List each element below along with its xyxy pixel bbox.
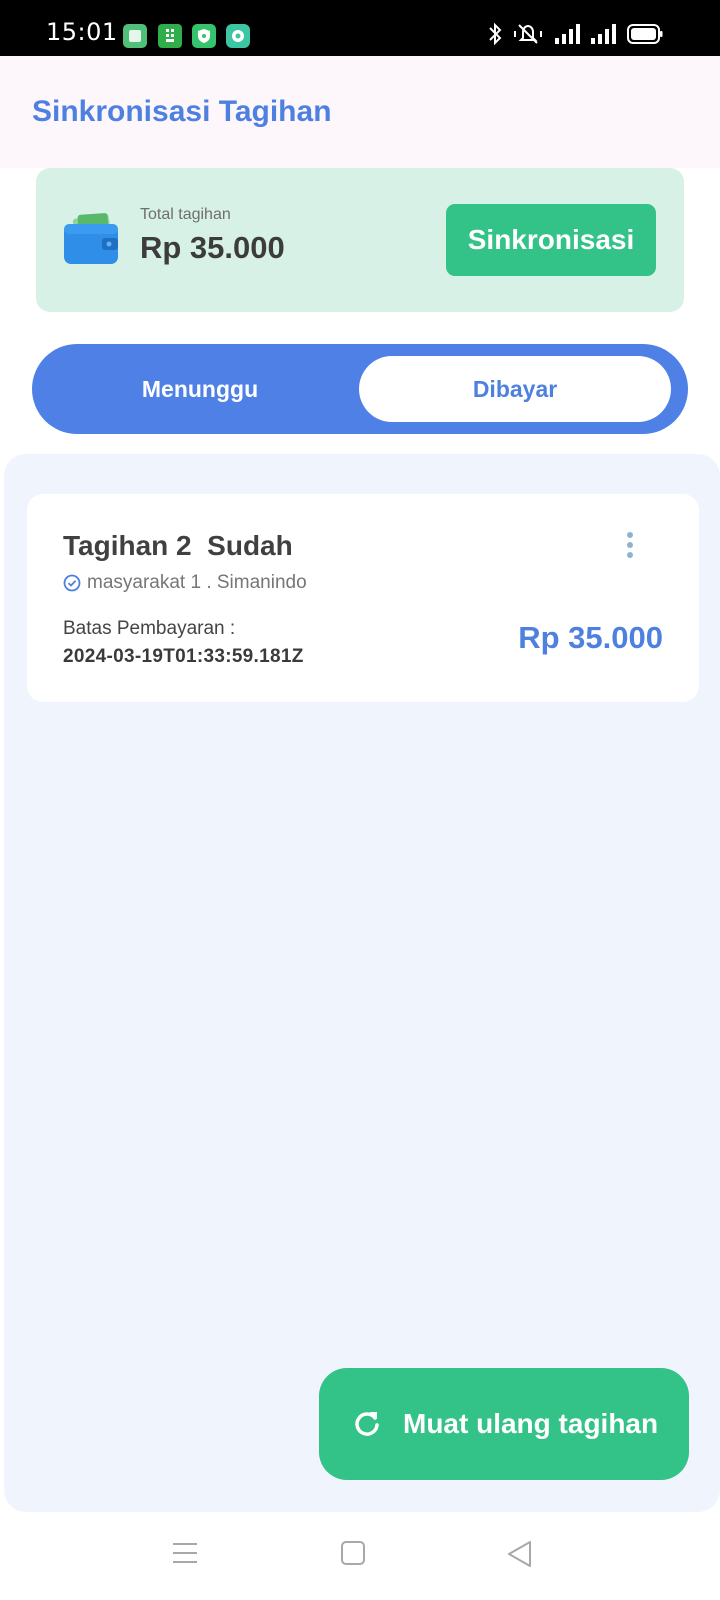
sync-button[interactable]: Sinkronisasi [446, 204, 656, 276]
bill-owner: masyarakat 1 . Simanindo [87, 572, 307, 593]
app-icon-green-grid [158, 24, 182, 48]
app-bar: Sinkronisasi Tagihan [0, 56, 720, 168]
tab-menunggu[interactable]: Menunggu [44, 356, 356, 422]
due-date-label: Batas Pembayaran : [63, 618, 236, 639]
bill-list-area: Tagihan 2 Sudah masyarakat 1 . Simanindo… [4, 454, 720, 1512]
status-bar: 15:01 [0, 0, 720, 56]
page-title: Sinkronisasi Tagihan [32, 95, 332, 128]
signal-icon [555, 24, 580, 44]
battery-icon [627, 24, 663, 44]
bill-card[interactable]: Tagihan 2 Sudah masyarakat 1 . Simanindo… [27, 494, 699, 702]
reload-bills-label: Muat ulang tagihan [403, 1408, 659, 1439]
due-date-value: 2024-03-19T01:33:59.181Z [63, 646, 304, 667]
total-bill-card: Total tagihan Rp 35.000 Sinkronisasi [36, 168, 684, 312]
more-vert-icon[interactable] [623, 530, 637, 560]
app-icon-green-square [123, 24, 147, 48]
app-icon-shield [192, 24, 216, 48]
system-nav-bar [0, 1512, 720, 1600]
wallet-icon [64, 213, 118, 264]
bill-title: Tagihan 2 Sudah [63, 530, 293, 561]
tab-dibayar[interactable]: Dibayar [359, 356, 671, 422]
vibrate-mute-icon [514, 24, 542, 44]
status-tabs: Menunggu Dibayar [32, 344, 688, 434]
total-bill-amount: Rp 35.000 [140, 230, 285, 265]
check-circle-icon [63, 574, 81, 592]
refresh-icon [355, 1412, 379, 1436]
bill-amount: Rp 35.000 [518, 620, 663, 655]
reload-bills-button[interactable]: Muat ulang tagihan [319, 1368, 689, 1480]
total-bill-label: Total tagihan [140, 206, 231, 223]
menu-icon[interactable] [172, 1540, 198, 1566]
status-time: 15:01 [46, 18, 118, 46]
home-icon[interactable] [340, 1540, 366, 1566]
signal-icon [591, 24, 616, 44]
bluetooth-icon [489, 22, 502, 46]
back-icon[interactable] [506, 1540, 534, 1568]
app-icon-teal [226, 24, 250, 48]
